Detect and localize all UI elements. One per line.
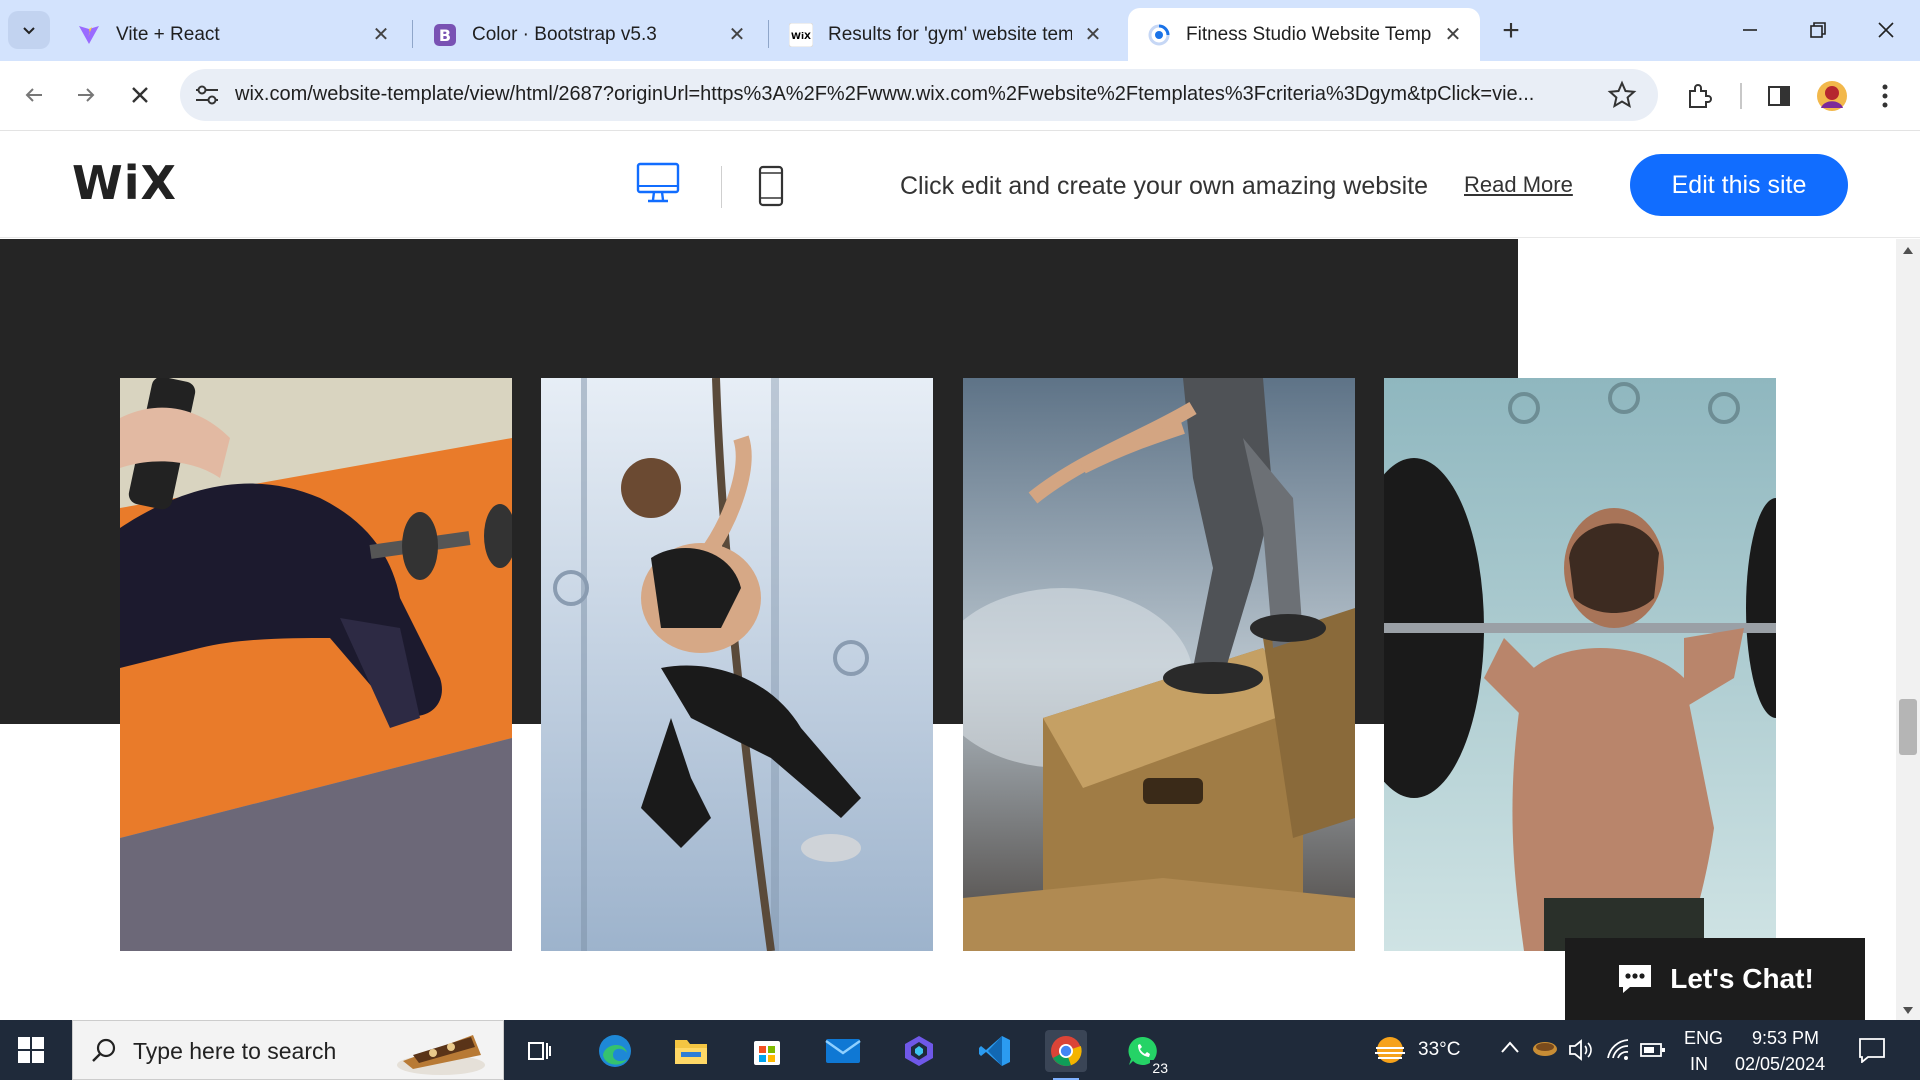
browser-tab-bootstrap[interactable]: B Color · Bootstrap v5.3 ✕ [414,8,764,61]
mobile-view-button[interactable] [758,165,784,212]
stop-loading-button[interactable] [120,75,160,115]
windows-logo-icon [18,1037,44,1063]
windows-start-button[interactable] [18,1037,44,1068]
restore-button[interactable] [1784,8,1852,52]
wix-template-header: WiX Click edit and create your own amazi… [0,132,1920,238]
browser-tab-strip: Vite + React ✕ B Color · Bootstrap v5.3 … [0,0,1920,61]
browser-toolbar: wix.com/website-template/view/html/2687?… [0,61,1920,131]
vite-icon [76,22,102,48]
toolbar-separator [1740,83,1742,109]
scroll-up-arrow-icon[interactable] [1903,247,1913,254]
desktop-icon [636,162,680,203]
notification-badge: 23 [1150,1060,1170,1076]
url-text[interactable]: wix.com/website-template/view/html/2687?… [235,83,1595,106]
arrow-left-icon [25,88,42,102]
new-tab-button[interactable]: + [1494,14,1528,48]
windows-taskbar: Type here to search 23 33°C ENG IN 9:53 … [0,1020,1920,1080]
minimize-icon [1743,29,1757,31]
browser-menu-icon[interactable] [1868,79,1902,113]
whatsapp-icon[interactable]: 23 [1122,1030,1170,1076]
wix-logo[interactable]: WiX [72,156,177,210]
chat-widget-button[interactable]: Let's Chat! [1565,938,1865,1020]
scroll-down-arrow-icon[interactable] [1903,1007,1913,1014]
browser-tab-vite[interactable]: Vite + React ✕ [58,8,408,61]
app-tray-icon[interactable] [1532,1038,1558,1065]
file-explorer-icon[interactable] [670,1030,712,1072]
notification-center-icon[interactable] [1858,1037,1886,1068]
mail-icon[interactable] [822,1030,864,1072]
tab-title: Vite + React [116,23,220,45]
side-panel-icon[interactable] [1762,79,1796,113]
browser-tab-fitness-studio[interactable]: Fitness Studio Website Templat ✕ [1128,8,1480,61]
weather-temperature[interactable]: 33°C [1418,1039,1460,1061]
man-lifting-barbell-photo [1384,378,1776,951]
tab-title: Fitness Studio Website Templat [1186,23,1432,45]
read-more-link[interactable]: Read More [1464,172,1573,198]
edge-icon[interactable] [594,1030,636,1072]
page-scrollbar[interactable] [1896,239,1920,1020]
chevron-down-icon [23,27,35,35]
box-jump-photo [963,378,1355,951]
template-preview [0,239,1896,1020]
profile-avatar[interactable] [1815,79,1849,113]
tab-title: Color · Bootstrap v5.3 [472,23,657,45]
volume-icon[interactable] [1568,1038,1594,1067]
minimize-button[interactable] [1716,8,1784,52]
chevron-up-icon[interactable] [1500,1040,1520,1059]
pie-search-highlight-icon [397,1035,485,1075]
desktop-view-button[interactable] [636,162,680,209]
wifi-icon[interactable] [1606,1038,1632,1067]
arrow-right-icon [78,88,95,102]
template-tagline: Click edit and create your own amazing w… [900,172,1429,200]
search-icon [92,1038,116,1062]
tab-search-button[interactable] [8,11,50,49]
bookmark-star-icon[interactable] [1606,79,1638,111]
tab-separator [768,20,769,48]
chrome-icon[interactable] [1045,1030,1087,1080]
language-indicator[interactable]: ENG [1684,1028,1723,1049]
extensions-icon[interactable] [1682,79,1716,113]
clock-date[interactable]: 02/05/2024 [1735,1054,1825,1075]
mobile-icon [758,165,784,207]
view-toggle-separator [721,166,722,208]
forward-button[interactable] [66,75,106,115]
restore-icon [1810,22,1826,38]
wix-favicon: WiX [788,22,814,48]
browser-tab-wix-results[interactable]: WiX Results for 'gym' website templ ✕ [770,8,1120,61]
address-bar[interactable]: wix.com/website-template/view/html/2687?… [180,69,1658,121]
close-icon[interactable]: ✕ [1080,22,1106,48]
microsoft-store-icon[interactable] [746,1030,788,1072]
close-icon [1878,22,1894,38]
weather-icon[interactable] [1370,1034,1410,1071]
site-settings-icon[interactable] [192,81,222,109]
task-view-icon[interactable] [518,1030,560,1072]
close-window-button[interactable] [1852,8,1920,52]
close-icon[interactable]: ✕ [724,22,750,48]
tab-separator [412,20,413,48]
svg-text:B: B [439,26,451,45]
tab-title: Results for 'gym' website templ [828,23,1072,45]
edit-this-site-button[interactable]: Edit this site [1630,154,1848,216]
clock-time[interactable]: 9:53 PM [1752,1028,1819,1049]
battery-icon[interactable] [1640,1040,1666,1065]
search-placeholder: Type here to search [133,1038,337,1064]
woman-stretching-with-dumbbell-photo [120,378,512,951]
svg-text:WiX: WiX [791,32,811,42]
vscode-icon[interactable] [974,1030,1016,1072]
loading-spinner-icon [1146,22,1172,48]
woman-climbing-rope-photo [541,378,933,951]
region-indicator[interactable]: IN [1690,1054,1708,1075]
chat-bubble-icon [1619,965,1652,993]
scrollbar-thumb[interactable] [1899,699,1917,755]
bootstrap-icon: B [432,22,458,48]
taskbar-search-box[interactable]: Type here to search [72,1020,504,1080]
copilot-icon[interactable] [898,1030,940,1072]
chat-label: Let's Chat! [1670,963,1814,994]
close-icon[interactable]: ✕ [1440,22,1466,48]
back-button[interactable] [14,75,54,115]
close-icon[interactable]: ✕ [368,22,394,48]
close-icon [132,87,148,103]
